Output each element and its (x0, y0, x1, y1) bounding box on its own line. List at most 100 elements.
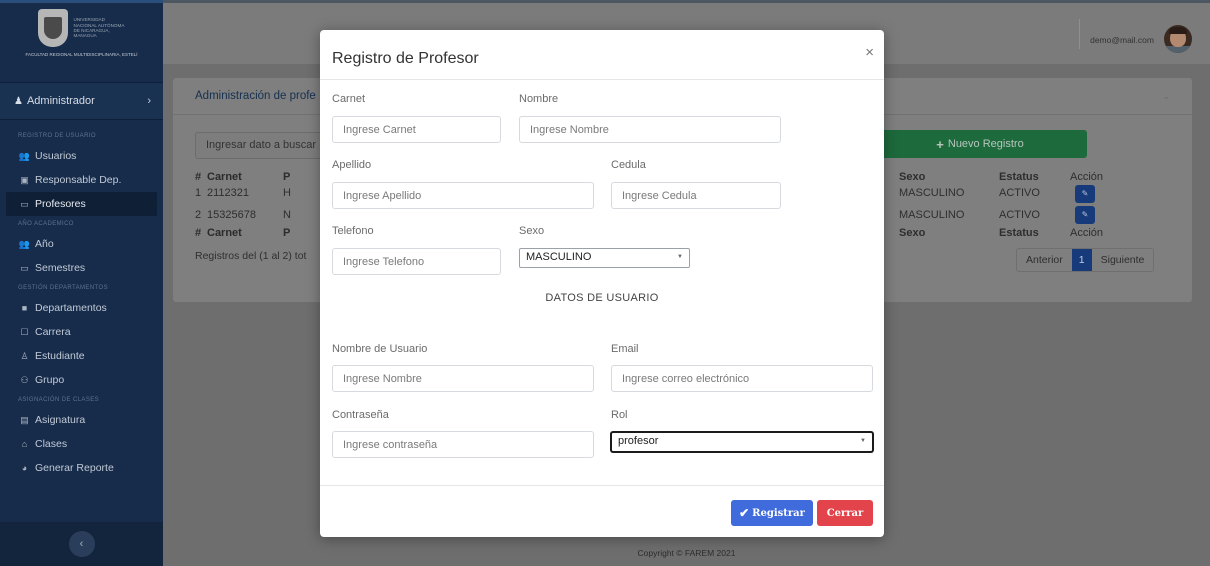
university-crest-icon (37, 9, 68, 47)
carnet-label: Carnet (332, 93, 366, 105)
check-icon: ✔ (739, 506, 750, 520)
user-role: Administrador (26, 95, 95, 107)
pager-current[interactable]: 1 (1071, 249, 1092, 271)
col-sexo: Sexo (899, 227, 926, 239)
sidebar-user-toggle[interactable]: ♟ Administrador › (0, 82, 163, 120)
sidebar-item-label: Profesores (35, 198, 86, 210)
sidebar-item-usuarios[interactable]: 👥 Usuarios (6, 144, 157, 168)
user-email[interactable]: demo@mail.com (1090, 35, 1154, 45)
logo-row: UNIVERSIDAD NACIONAL AUTÓNOMA DE NICARAG… (8, 9, 155, 47)
sidebar-item-label: Departamentos (35, 302, 107, 314)
carnet-input[interactable] (332, 116, 501, 143)
book-icon: ▤ (20, 414, 29, 425)
edit-button[interactable]: ✎ (1075, 185, 1095, 205)
sidebar-item-label: Asignatura (35, 414, 86, 426)
chevron-down-icon: ▼ (677, 254, 683, 260)
cedula-input[interactable] (611, 182, 781, 209)
chevron-left-icon: ‹ (79, 538, 84, 550)
col-carnet: Carnet (207, 227, 242, 239)
sidebar-item-anio[interactable]: 👥 Año (6, 232, 157, 256)
new-record-button[interactable]: + Nuevo Registro (873, 130, 1087, 158)
sidebar-item-label: Semestres (35, 262, 86, 274)
id-card-icon: ▣ (20, 174, 29, 185)
register-label: Registrar (752, 507, 805, 519)
nombre-input[interactable] (519, 116, 781, 143)
plus-icon: + (936, 136, 944, 152)
register-professor-modal: Registro de Profesor × Carnet Nombre Ape… (320, 30, 884, 537)
pie-chart-icon: ◕ (21, 463, 28, 473)
sidebar-item-label: Año (35, 238, 54, 250)
sidebar-item-responsable[interactable]: ▣ Responsable Dep. (6, 168, 157, 192)
brand: UNIVERSIDAD NACIONAL AUTÓNOMA DE NICARAG… (0, 3, 163, 82)
sidebar-item-generar-reporte[interactable]: ◕ Generar Reporte (6, 456, 157, 480)
close-button[interactable]: Cerrar (817, 500, 873, 526)
faculty-name: FACULTAD REGIONAL MULTIDISCIPLINARIA, ES… (25, 52, 138, 57)
group-icon: ⚇ (20, 374, 29, 385)
avatar[interactable] (1164, 25, 1192, 53)
sidebar-item-departamentos[interactable]: ■ Departamentos (6, 296, 157, 320)
sexo-value: MASCULINO (526, 251, 592, 263)
cedula-label: Cedula (611, 159, 646, 171)
modal-title: Registro de Profesor (332, 50, 479, 67)
sidebar-item-asignatura[interactable]: ▤ Asignatura (6, 408, 157, 432)
chalkboard-icon: ▭ (20, 262, 29, 273)
users-icon: 👥 (18, 238, 31, 249)
users-icon: 👥 (18, 150, 31, 161)
apellido-label: Apellido (332, 159, 372, 171)
col-p: P (283, 227, 291, 239)
sidebar-menu: REGISTRO DE USUARIO 👥 Usuarios ▣ Responsab… (0, 120, 163, 480)
section-title: ASIGNACIÓN DE CLASES (18, 397, 100, 403)
section-title: GESTIÓN DEPARTAMENTOS (18, 285, 108, 291)
sidebar-item-semestres[interactable]: ▭ Semestres (6, 256, 157, 280)
sexo-label: Sexo (519, 225, 545, 237)
sexo-select[interactable]: MASCULINO ▼ (519, 248, 690, 268)
sidebar-item-label: Responsable Dep. (35, 174, 122, 186)
rol-select[interactable]: profesor ▼ (611, 432, 873, 452)
modal-header: Registro de Profesor × (320, 30, 884, 80)
telefono-label: Telefono (332, 225, 374, 237)
email-input[interactable] (611, 365, 873, 392)
sidebar-item-label: Estudiante (35, 350, 85, 362)
chevron-down-icon[interactable]: ⌄ (1162, 91, 1170, 102)
page-footer: Copyright © FAREM 2021 (637, 548, 736, 558)
section-title: AÑO ACADEMICO (18, 221, 74, 227)
sidebar-item-clases[interactable]: ⌂ Clases (6, 432, 157, 456)
register-button[interactable]: ✔ Registrar (731, 500, 813, 526)
close-icon[interactable]: × (865, 45, 874, 60)
modal-footer: ✔ Registrar Cerrar (320, 485, 884, 537)
username-input[interactable] (332, 365, 594, 392)
sidebar-item-label: Clases (35, 438, 68, 450)
col-num: # (195, 227, 202, 239)
rol-label: Rol (611, 409, 628, 421)
sidebar: UNIVERSIDAD NACIONAL AUTÓNOMA DE NICARAG… (0, 0, 163, 566)
col-estatus: Estatus (999, 227, 1039, 239)
edit-icon: ✎ (1075, 185, 1095, 203)
sidebar-item-label: Usuarios (35, 150, 77, 162)
sidebar-footer: ‹ (0, 522, 163, 566)
row-estatus: ACTIVO (999, 209, 1040, 221)
pager-next[interactable]: Siguiente (1091, 249, 1154, 271)
records-info: Registros del (1 al 2) tot (195, 250, 307, 262)
pager-prev[interactable]: Anterior (1017, 249, 1072, 271)
telefono-input[interactable] (332, 248, 501, 275)
topbar-divider (1079, 19, 1080, 49)
search-input[interactable]: Ingresar dato a buscar (195, 132, 335, 159)
password-label: Contraseña (332, 409, 389, 421)
apellido-input[interactable] (332, 182, 594, 209)
sidebar-collapse-button[interactable]: ‹ (68, 531, 95, 557)
user-data-section-title: DATOS DE USUARIO (545, 292, 659, 304)
row-sexo: MASCULINO (899, 209, 965, 221)
student-icon: ♙ (20, 350, 29, 361)
password-input[interactable] (332, 431, 594, 458)
sidebar-item-grupo[interactable]: ⚇ Grupo (6, 368, 157, 392)
sidebar-item-estudiante[interactable]: ♙ Estudiante (6, 344, 157, 368)
rol-value: profesor (618, 435, 659, 447)
university-icon: ⌂ (21, 439, 28, 449)
sidebar-item-profesores[interactable]: ▭ Profesores (6, 192, 157, 216)
chalkboard-icon: ▭ (20, 198, 29, 209)
edit-icon: ✎ (1075, 206, 1095, 224)
sidebar-item-carrera[interactable]: ☐ Carrera (6, 320, 157, 344)
row-num: 1 (195, 187, 202, 199)
row-sexo: MASCULINO (899, 187, 965, 199)
chevron-down-icon: ▼ (860, 438, 866, 444)
